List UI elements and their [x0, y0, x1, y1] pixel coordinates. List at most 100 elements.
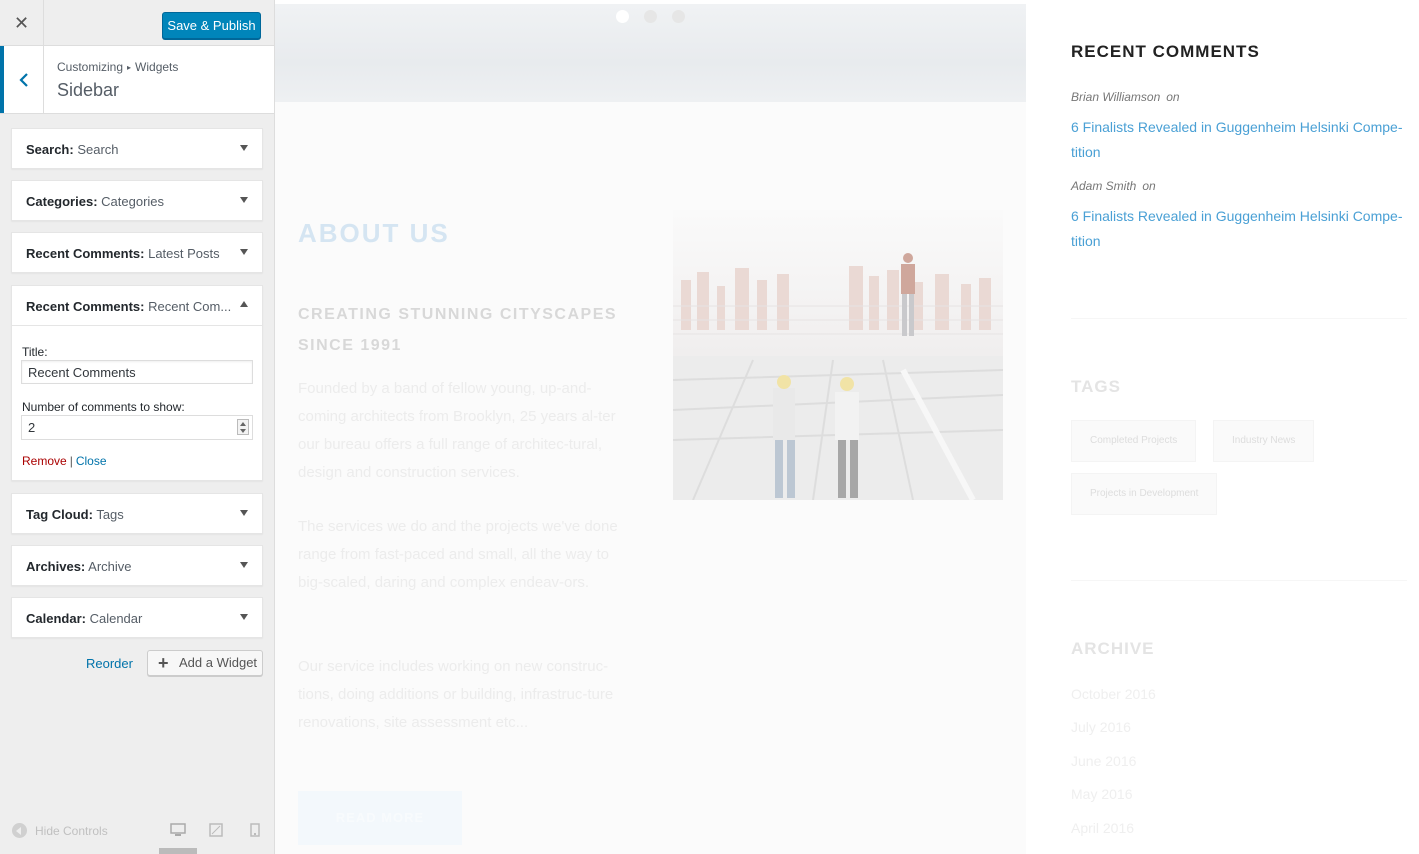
widget-name: Archive — [88, 559, 132, 574]
hero-slider — [275, 4, 1026, 102]
tag-pill[interactable]: Completed Projects — [1071, 420, 1197, 462]
widget-title: Recent Comments: Recent Com... — [26, 299, 231, 314]
breadcrumb-current: Widgets — [135, 60, 179, 74]
save-publish-button[interactable]: Save & Publish — [162, 12, 261, 39]
widget-actions: Remove | Close — [22, 454, 107, 468]
expand-arrow-icon[interactable] — [240, 197, 248, 203]
widget-header[interactable]: Recent Comments: Recent Com... — [12, 286, 262, 326]
title-field-label: Title: — [22, 345, 48, 359]
comment-post-link[interactable]: 6 Finalists Revealed in Guggenheim Helsi… — [1071, 204, 1407, 254]
count-field-label: Number of comments to show: — [22, 400, 185, 414]
action-separator: | — [69, 454, 73, 468]
sidebar-preview: RECENT COMMENTS Brian Williamson on 6 Fin… — [1071, 0, 1419, 854]
widget-title: Categories: Categories — [26, 194, 164, 209]
close-icon[interactable]: ✕ — [14, 13, 29, 34]
comment-count-stepper[interactable] — [21, 415, 253, 440]
comment-author: Adam Smith on — [1071, 179, 1156, 193]
tag-pill[interactable]: Projects in Development — [1071, 473, 1218, 515]
about-title: ABOUT US — [298, 218, 450, 248]
breadcrumb-root: Customizing — [57, 60, 124, 74]
widget-type: Recent Comments: — [26, 246, 145, 261]
archive-title: ARCHIVE — [1071, 639, 1155, 658]
comment-count-input[interactable] — [21, 415, 253, 440]
widget-name: Tags — [96, 507, 124, 522]
widget-type: Tag Cloud: — [26, 507, 93, 522]
archive-link[interactable]: October 2016 — [1071, 686, 1156, 702]
widget-recent-comments-open: Recent Comments: Recent Com... Title: Nu… — [11, 285, 263, 481]
widget-tag-cloud[interactable]: Tag Cloud: Tags — [11, 493, 263, 534]
customizer-panel: ✕ Save & Publish Customizing ▸ Widgets Sid… — [0, 0, 275, 854]
close-widget-link[interactable]: Close — [76, 454, 107, 468]
widget-search[interactable]: Search: Search — [11, 128, 263, 169]
hide-controls-button[interactable]: Hide Controls — [12, 823, 108, 838]
about-subtitle: CREATING STUNNING CITYSCAPES SINCE 1991 — [298, 306, 618, 354]
about-paragraph: Our service includes working on new cons… — [298, 658, 614, 731]
read-more-button[interactable]: READ MORE — [298, 791, 462, 845]
active-device-indicator — [159, 848, 197, 854]
slider-dot-active[interactable] — [616, 10, 629, 23]
slider-dot[interactable] — [672, 10, 685, 23]
add-widget-button[interactable]: + Add a Widget — [147, 650, 263, 676]
expand-arrow-icon[interactable] — [240, 145, 248, 151]
widget-archives[interactable]: Archives: Archive — [11, 545, 263, 586]
widget-calendar[interactable]: Calendar: Calendar — [11, 597, 263, 638]
panel-footer: Hide Controls — [0, 808, 274, 854]
widget-type: Recent Comments: — [26, 299, 145, 314]
chevron-left-icon[interactable] — [18, 72, 29, 87]
panel-header: ✕ Save & Publish — [0, 0, 274, 46]
collapse-icon — [12, 823, 27, 838]
about-paragraph: The services we do and the projects we'v… — [298, 518, 618, 591]
breadcrumb-separator: ▸ — [127, 63, 132, 72]
collapse-arrow-icon[interactable] — [240, 301, 248, 307]
breadcrumb: Customizing ▸ Widgets — [57, 60, 178, 74]
widget-categories[interactable]: Categories: Categories — [11, 180, 263, 221]
expand-arrow-icon[interactable] — [240, 614, 248, 620]
tablet-icon[interactable] — [209, 823, 223, 837]
archive-link[interactable]: May 2016 — [1071, 786, 1132, 802]
back-button[interactable] — [0, 46, 44, 113]
widget-name: Recent Com... — [148, 299, 232, 314]
title-field[interactable] — [21, 360, 253, 384]
spinner-icon[interactable] — [237, 419, 249, 435]
tags-title: TAGS — [1071, 377, 1121, 396]
reorder-link[interactable]: Reorder — [86, 656, 133, 671]
divider — [1071, 580, 1407, 581]
widget-recent-comments-latest[interactable]: Recent Comments: Latest Posts — [11, 232, 263, 273]
slider-dot[interactable] — [644, 10, 657, 23]
about-photo — [673, 210, 1003, 500]
archive-link[interactable]: April 2016 — [1071, 820, 1134, 836]
widget-type: Search: — [26, 142, 74, 157]
archive-link[interactable]: June 2016 — [1071, 753, 1136, 769]
widget-type: Categories: — [26, 194, 98, 209]
comment-post-link[interactable]: 6 Finalists Revealed in Guggenheim Helsi… — [1071, 115, 1407, 165]
mobile-icon[interactable] — [250, 823, 260, 837]
widget-title: Recent Comments: Latest Posts — [26, 246, 220, 261]
divider — [1071, 318, 1407, 319]
widget-title: Tag Cloud: Tags — [26, 507, 124, 522]
expand-arrow-icon[interactable] — [240, 249, 248, 255]
widget-name: Search — [77, 142, 119, 157]
close-customizer-button[interactable]: ✕ — [0, 0, 44, 46]
site-preview[interactable]: ABOUT US CREATING STUNNING CITYSCAPES SI… — [275, 0, 1419, 854]
comment-author: Brian Williamson on — [1071, 90, 1180, 104]
widget-name: Categories — [101, 194, 165, 209]
expand-arrow-icon[interactable] — [240, 510, 248, 516]
archive-link[interactable]: July 2016 — [1071, 719, 1131, 735]
widget-type: Calendar: — [26, 611, 86, 626]
widget-type: Archives: — [26, 559, 86, 574]
desktop-icon[interactable] — [170, 823, 186, 837]
widget-name: Calendar — [89, 611, 143, 626]
tag-pill[interactable]: Industry News — [1213, 420, 1315, 462]
section-title-bar: Customizing ▸ Widgets Sidebar — [0, 46, 274, 114]
about-paragraph: Founded by a band of fellow young, up-an… — [298, 380, 616, 481]
widget-name: Latest Posts — [148, 246, 220, 261]
widget-title: Search: Search — [26, 142, 119, 157]
plus-icon: + — [158, 653, 169, 673]
remove-widget-link[interactable]: Remove — [22, 454, 67, 468]
widget-title: Calendar: Calendar — [26, 611, 142, 626]
expand-arrow-icon[interactable] — [240, 562, 248, 568]
add-widget-label: Add a Widget — [179, 655, 258, 670]
recent-comments-title: RECENT COMMENTS — [1071, 42, 1260, 61]
section-name: Sidebar — [57, 80, 120, 100]
hide-controls-label: Hide Controls — [35, 823, 108, 838]
